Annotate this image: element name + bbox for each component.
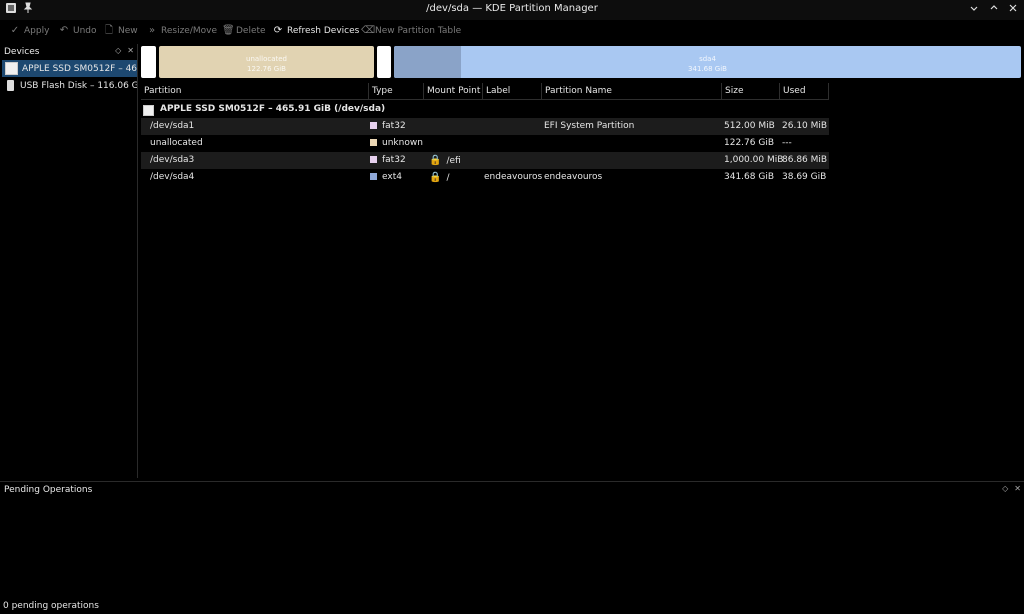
used-cell: 38.69 GiB [782, 172, 827, 182]
column-header-label[interactable]: Label [483, 83, 542, 100]
resize-icon: » [148, 25, 156, 36]
float-panel-icon[interactable]: ◇ [115, 46, 121, 55]
used-cell: 26.10 MiB [782, 121, 828, 131]
size-cell: 341.68 GiB [724, 172, 775, 182]
delete-button[interactable]: 🗑 Delete [222, 24, 266, 38]
pending-operations-title: Pending Operations [4, 485, 93, 495]
refresh-label: Refresh Devices [287, 26, 360, 36]
size-cell: 512.00 MiB [724, 121, 775, 131]
refresh-icon: ⟳ [273, 25, 283, 36]
disk-icon [5, 62, 18, 75]
lock-icon: 🔒 [429, 172, 442, 183]
window-title: /dev/sda — KDE Partition Manager [426, 3, 598, 14]
partition-name-cell: endeavouros [544, 172, 603, 182]
table-row[interactable]: /dev/sda1 fat32 EFI System Partition 512… [141, 118, 829, 135]
column-header-partition-name[interactable]: Partition Name [542, 83, 722, 100]
used-cell: 86.86 MiB [782, 155, 828, 165]
fs-color-swatch [370, 139, 377, 146]
new-table-label: New Partition Table [375, 26, 462, 36]
table-row[interactable]: /dev/sda4 ext4 🔒 / endeavouros endeavouro… [141, 169, 829, 186]
column-header-type[interactable]: Type [369, 83, 424, 100]
float-panel-icon[interactable]: ◇ [1002, 484, 1008, 493]
table-icon: ⌫ [361, 25, 376, 36]
new-file-icon: 🗋 [104, 25, 114, 36]
status-text: 0 pending operations [3, 601, 99, 611]
partition-cell: unallocated [150, 138, 203, 148]
device-item-sda[interactable]: APPLE SSD SM0512F – 465.91 GiB (/dev/sda… [2, 60, 137, 77]
toolbar: ✓ Apply ↶ Undo 🗋 New » Resize/Move 🗑 Del… [0, 20, 1024, 42]
device-label: APPLE SSD SM0512F – 465.91 GiB (/dev/sda… [22, 63, 137, 74]
table-row[interactable]: /dev/sda3 fat32 🔒 /efi 1,000.00 MiB 86.86… [141, 152, 829, 169]
minimize-icon[interactable] [966, 2, 982, 18]
type-cell: unknown [382, 138, 423, 148]
pending-operations-panel: Pending Operations ◇ ✕ [0, 481, 1024, 597]
segment-sda3[interactable] [377, 46, 391, 78]
segment-unallocated-label: unallocated [246, 55, 287, 63]
partition-bar: unallocated 122.76 GiB sda4 341.68 GiB [141, 46, 1021, 78]
type-cell: fat32 [382, 121, 406, 131]
usb-icon [7, 80, 14, 91]
segment-sda1[interactable] [141, 46, 156, 78]
type-cell: fat32 [382, 155, 406, 165]
refresh-devices-button[interactable]: ⟳ Refresh Devices [273, 24, 360, 38]
trash-icon: 🗑 [222, 25, 235, 36]
device-label: USB Flash Disk – 116.06 GiB (/dev/sdb) [20, 80, 137, 91]
fs-color-swatch [370, 156, 377, 163]
partition-cell: /dev/sda3 [150, 155, 195, 165]
type-cell: ext4 [382, 172, 402, 182]
segment-sda4-label: sda4 [699, 55, 716, 63]
table-row[interactable]: unallocated unknown 122.76 GiB --- [141, 135, 829, 152]
segment-sda4[interactable]: sda4 341.68 GiB [394, 46, 1021, 78]
device-item-sdb[interactable]: USB Flash Disk – 116.06 GiB (/dev/sdb) [2, 77, 137, 94]
column-header-used[interactable]: Used [780, 83, 829, 100]
device-row[interactable]: APPLE SSD SM0512F – 465.91 GiB (/dev/sda… [141, 101, 829, 118]
delete-label: Delete [236, 26, 266, 36]
segment-unallocated-size: 122.76 GiB [247, 65, 286, 73]
mount-point-cell: / [446, 173, 450, 183]
partition-table: Partition Type Mount Point Label Partiti… [141, 83, 1024, 478]
apply-button[interactable]: ✓ Apply [10, 24, 50, 38]
column-header-mount-point[interactable]: Mount Point [424, 83, 483, 100]
mount-point-cell: /efi [446, 156, 461, 166]
close-icon[interactable] [1005, 2, 1021, 18]
lock-icon: 🔒 [429, 155, 442, 166]
segment-sda4-size: 341.68 GiB [688, 65, 727, 73]
devices-panel: Devices ◇ ✕ APPLE SSD SM0512F – 465.91 G… [0, 44, 138, 478]
maximize-icon[interactable] [986, 2, 1002, 18]
close-panel-icon[interactable]: ✕ [1014, 484, 1021, 493]
title-bar: /dev/sda — KDE Partition Manager [0, 0, 1024, 20]
undo-icon: ↶ [59, 25, 69, 36]
partition-cell: /dev/sda1 [150, 121, 195, 131]
column-header-partition[interactable]: Partition [141, 83, 369, 100]
apply-label: Apply [24, 26, 50, 36]
label-cell: endeavouros [484, 172, 543, 182]
status-bar: 0 pending operations [0, 599, 1024, 614]
devices-title: Devices [4, 47, 40, 57]
fs-color-swatch [370, 173, 377, 180]
resize-label: Resize/Move [161, 26, 218, 36]
segment-unallocated[interactable]: unallocated 122.76 GiB [159, 46, 374, 78]
undo-button[interactable]: ↶ Undo [59, 24, 97, 38]
device-row-label: APPLE SSD SM0512F – 465.91 GiB (/dev/sda… [160, 104, 386, 114]
new-label: New [118, 26, 138, 36]
resize-move-button[interactable]: » Resize/Move [147, 24, 217, 38]
size-cell: 1,000.00 MiB [724, 155, 784, 165]
fs-color-swatch [370, 122, 377, 129]
undo-label: Undo [73, 26, 97, 36]
disk-icon [143, 105, 154, 116]
partition-cell: /dev/sda4 [150, 172, 195, 182]
new-button[interactable]: 🗋 New [104, 24, 138, 38]
partition-name-cell: EFI System Partition [544, 121, 635, 131]
new-partition-table-button[interactable]: ⌫ New Partition Table [361, 24, 461, 38]
column-header-size[interactable]: Size [722, 83, 780, 100]
checkmark-icon: ✓ [10, 25, 20, 36]
close-panel-icon[interactable]: ✕ [127, 46, 134, 55]
size-cell: 122.76 GiB [724, 138, 775, 148]
used-cell: --- [782, 138, 792, 148]
